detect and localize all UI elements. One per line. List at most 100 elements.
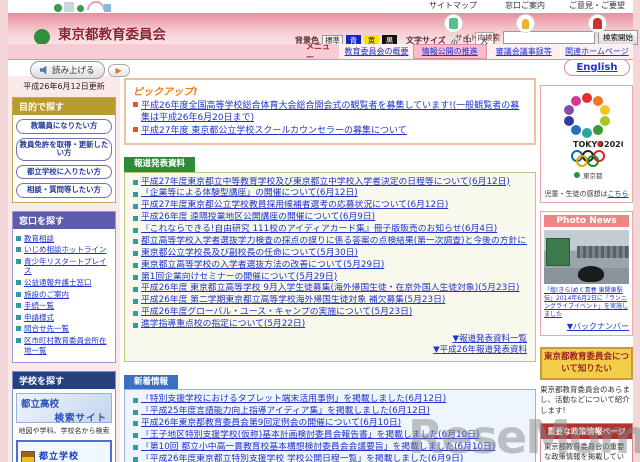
news-item-link[interactable]: 「平成25年度言語能力向上指導アイディア集」を掲載しました(6月12日)	[141, 406, 430, 418]
press-item-link[interactable]: 東京都立高等学校の入学者選抜方法の改善について(5月29日)	[141, 260, 384, 272]
press-item-link[interactable]: 平成26年度 東京都立高等学校 9月入学生徒募集(海外帰国生徒・在京外国人生徒対…	[141, 283, 519, 295]
press-list-all-link[interactable]: ▼報道発表資料一覧	[452, 334, 527, 344]
info-desk-link[interactable]: 窓口ご案内	[494, 0, 556, 11]
bullet-icon	[16, 279, 21, 285]
press-item-link[interactable]: 第1回企業向けセミナーの開催について(5月29日)	[141, 272, 337, 284]
purpose-pill-link[interactable]: 教職員になりたい方	[16, 119, 112, 134]
header-illustration	[52, 1, 112, 12]
purpose-pill-link[interactable]: 相談・質問等したい方	[16, 183, 112, 198]
bullet-icon	[16, 337, 21, 343]
photo-foreground	[578, 266, 604, 282]
pickup-item-link[interactable]: 平成27年度 東京都公立学校スクールカウンセラーの募集について	[141, 125, 527, 137]
press-footer: ▼報道発表資料一覧 ▼平成26年報道発表資料	[133, 334, 527, 356]
bullet-icon	[133, 263, 138, 269]
read-aloud-group: 読み上げる ▶	[30, 61, 130, 79]
nav-item-related[interactable]: 関連ホームページ	[559, 44, 633, 59]
window-item-link[interactable]: 青少年リスタートプレイス	[24, 257, 113, 276]
site-title: 東京都教育委員会	[58, 27, 166, 43]
bullet-icon	[133, 433, 138, 439]
news-item-link[interactable]: 「第10回 都立小中高一貫教育校基本構想検討委員会会議要旨」を掲載しました(6月…	[141, 442, 495, 454]
news-item-link[interactable]: 「平成26年度東京都立特別支援学校 学校公開日程一覧」を掲載しました(6月9日)	[141, 454, 463, 462]
topbar: サイトマップ 窓口ご案内 ご意見・ご要望	[422, 0, 628, 33]
svg-text:2020: 2020	[604, 140, 623, 149]
feedback-kochira-link[interactable]: こちら	[608, 190, 629, 198]
window-list-item: 教育相談	[16, 234, 113, 244]
pickup-item: 平成26年度全国高等学校総合体育大会総合開会式の観覧者を募集しています!(一般観…	[133, 100, 527, 124]
nav-item-disclosure[interactable]: 情報公開の推進	[412, 44, 487, 59]
press-item: 平成27年度東京都立中等教育学校及び東京都立中学校入学者決定の日程等について(6…	[133, 177, 527, 189]
bullet-icon	[16, 247, 21, 253]
about-board-button[interactable]: 東京都教育委員会について知りたい	[540, 347, 633, 381]
window-item-link[interactable]: 申請様式	[24, 313, 113, 323]
pickup-box: ピックアップ! 平成26年度全国高等学校総合体育大会総合開会式の観覧者を募集して…	[124, 78, 536, 146]
sitemap-icon[interactable]	[443, 14, 463, 33]
bullet-icon	[133, 227, 138, 233]
press-item-link[interactable]: 「企業等による体験型講座」の開催について(6月12日)	[141, 188, 358, 200]
school-header: 学校を探す	[13, 372, 115, 390]
press-h26-link[interactable]: ▼平成26年報道発表資料	[433, 345, 527, 355]
window-header: 窓口を探す	[13, 211, 115, 229]
news-item-link[interactable]: 平成26年東京都教育委員会第9回定例会の開催について(6月10日)	[141, 418, 401, 430]
window-item-link[interactable]: 施設のご案内	[24, 290, 113, 300]
press-item-link[interactable]: 平成26年度 第二学期東京都立高等学校海外帰国生徒対象 補欠募集(5月23日)	[141, 295, 445, 307]
backnumber-link[interactable]: ▼バックナンバー	[567, 322, 629, 331]
school-building-icon	[21, 451, 35, 462]
window-item-link[interactable]: 公益通報弁護士窓口	[24, 278, 113, 288]
press-item-link[interactable]: 『これならできる!自由研究 111校のアイディアカード集』冊子版販売のお知らせ(…	[141, 224, 497, 236]
press-item-link[interactable]: 都立高等学校入学者選抜学力検査の採点の誤りに係る答案の点検結果(第一次調査)と今…	[141, 236, 527, 248]
press-item-link[interactable]: 平成27年度東京都立中等教育学校及び東京都立中学校入学者決定の日程等について(6…	[141, 177, 510, 189]
bullet-icon	[133, 127, 138, 133]
news-item-link[interactable]: 「特別支援学校におけるタブレット端末活用事例」を掲載しました(6月12日)	[141, 394, 446, 406]
window-item-link[interactable]: 手続一覧	[24, 301, 113, 311]
right-frame	[633, 0, 640, 462]
photo-green-board	[546, 238, 570, 266]
press-item: 平成26年度 第二学期東京都立高等学校海外帰国生徒対象 補欠募集(5月23日)	[133, 295, 527, 307]
purpose-pill-link[interactable]: 教員免許を取得・更新したい方	[16, 137, 112, 161]
school-search-banner[interactable]: 都立高校 検索サイト	[16, 393, 112, 424]
news-item-link[interactable]: 「王子地区特別支援学校(仮称)基本計画検討委員会報告書」を掲載しました(6月10…	[141, 430, 479, 442]
photo-caption-link[interactable]: 「煌(きら)めく青春 東関東駅伝」2014年6月2日に「ランニングライブイベント…	[544, 287, 629, 319]
news-panel: 「特別支援学校におけるタブレット端末活用事例」を掲載しました(6月12日) 「平…	[124, 389, 536, 462]
window-item-link[interactable]: いじめ相談ホットライン	[24, 245, 113, 255]
topbar-item-madoguchi[interactable]: 窓口ご案内	[494, 0, 556, 33]
nav-item-minutes[interactable]: 審議会議事録等	[486, 44, 560, 59]
left-sidebar: 平成26年6月12日更新 目的で探す 教職員になりたい方 教員免許を取得・更新し…	[8, 76, 120, 462]
school-hp-banner[interactable]: 都立学校 ホームページ	[16, 440, 112, 462]
postbox-icon[interactable]	[587, 14, 607, 33]
press-item-link[interactable]: 平成27年度東京都公立学校教員採用候補者選考の応募状況について(6月12日)	[141, 200, 448, 212]
press-item-link[interactable]: 平成26年度グローバル・ユース・キャンプの実施について(5月23日)	[141, 307, 412, 319]
bullet-icon	[133, 239, 138, 245]
nav-item-overview[interactable]: 教育委員会の概要	[339, 44, 413, 59]
bullet-icon	[133, 445, 138, 451]
search-label: サイト内検索	[455, 33, 500, 42]
topbar-item-sitemap[interactable]: サイトマップ	[422, 0, 484, 33]
topbar-item-goiken[interactable]: ご意見・ご要望	[566, 0, 628, 33]
purpose-pill-link[interactable]: 都立学校に入りたい方	[16, 164, 112, 180]
bullet-icon	[16, 235, 21, 241]
read-aloud-button[interactable]: 読み上げる	[30, 61, 105, 79]
feedback-link[interactable]: ご意見・ご要望	[566, 0, 628, 11]
info-desk-icon[interactable]	[515, 14, 535, 33]
sitemap-link[interactable]: サイトマップ	[422, 0, 484, 11]
press-item: 平成27年度東京都公立学校教員採用候補者選考の応募状況について(6月12日)	[133, 200, 527, 212]
flower-wreath-icon	[563, 93, 610, 138]
bullet-icon	[133, 409, 138, 415]
english-button[interactable]: English	[564, 59, 630, 76]
bullet-icon	[16, 314, 21, 320]
window-list-item: 手続一覧	[16, 301, 113, 311]
photo-news-image[interactable]	[544, 230, 629, 284]
press-item-link[interactable]: 東京都公立学校長及び副校長の任命について(5月30日)	[141, 248, 358, 260]
bullet-icon	[133, 203, 138, 209]
window-item-link[interactable]: 区市町村教育委員会所在地一覧	[24, 336, 113, 355]
press-item-link[interactable]: 進学指導重点校の指定について(5月22日)	[141, 319, 305, 331]
window-item-link[interactable]: 問合せ先一覧	[24, 324, 113, 334]
pickup-item-link[interactable]: 平成26年度全国高等学校総合体育大会総合開会式の観覧者を募集しています!(一般観…	[141, 100, 527, 124]
news-list: 「特別支援学校におけるタブレット端末活用事例」を掲載しました(6月12日) 「平…	[133, 394, 527, 462]
main-nav: メニュー 教育委員会の概要 情報公開の推進 審議会議事録等 関連ホームページ	[8, 42, 633, 62]
window-item-link[interactable]: 教育相談	[24, 234, 113, 244]
pickup-item: 平成27年度 東京都公立学校スクールカウンセラーの募集について	[133, 125, 527, 137]
tokyo2020-box[interactable]: TOKYO 2020 東京都 児童・生徒の感想はこちら	[540, 85, 633, 203]
window-list: 教育相談 いじめ相談ホットライン 青少年リスタートプレイス 公益通報弁護士窓口 …	[13, 229, 115, 363]
press-item-link[interactable]: 平成26年度 遠隔授業地区公開講座の開催について(6月9日)	[141, 212, 375, 224]
play-button[interactable]: ▶	[107, 63, 130, 77]
